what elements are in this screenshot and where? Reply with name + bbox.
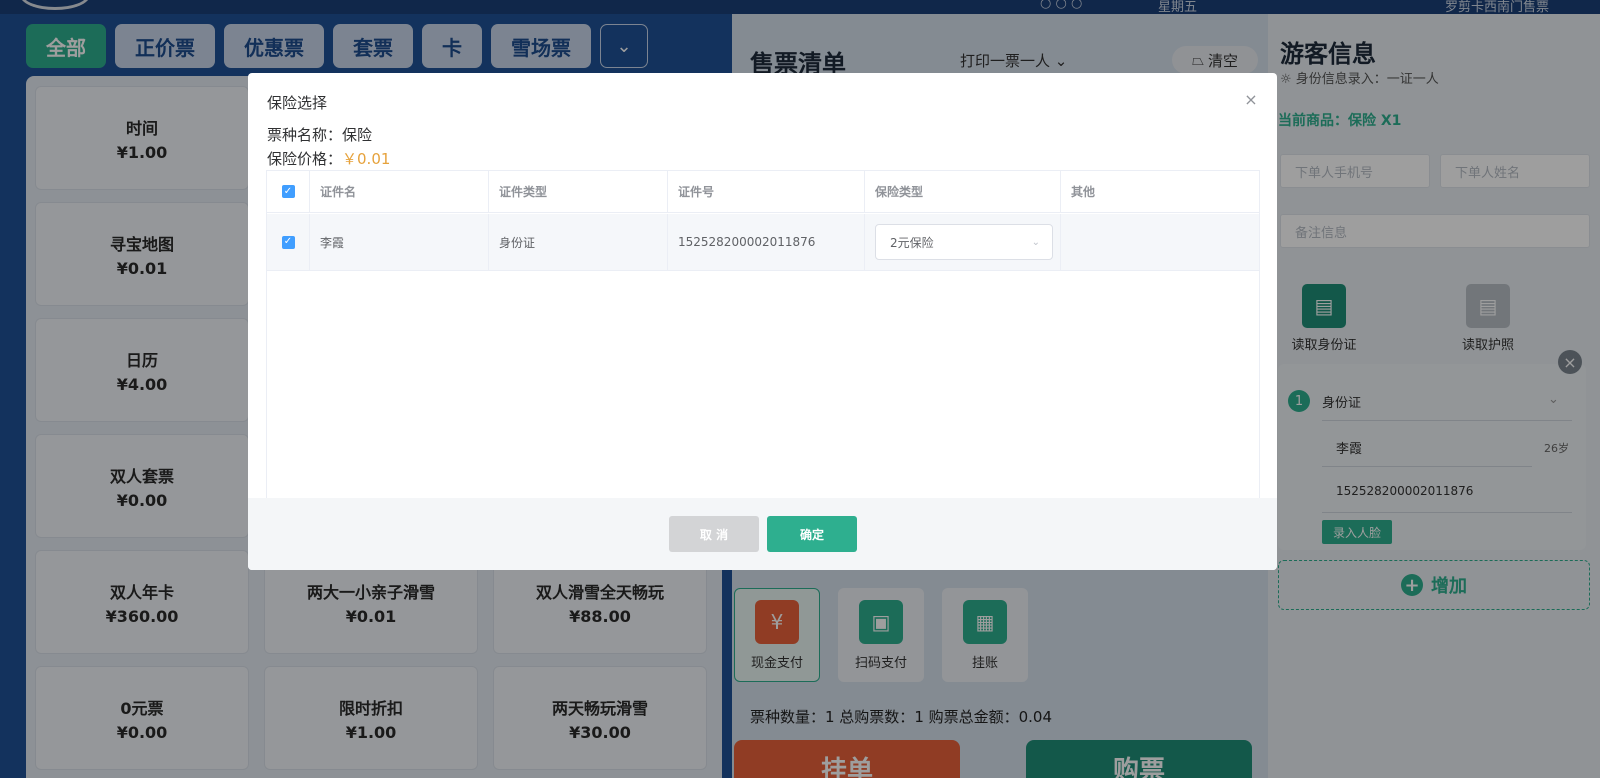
ticket-name-label: 票种名称： [267, 126, 343, 144]
row-checkbox[interactable]: ✓ [281, 235, 295, 249]
confirm-button[interactable]: 确定 [767, 516, 857, 552]
table-header: ✓ 证件名 证件类型 证件号 保险类型 其他 [267, 171, 1259, 213]
close-icon[interactable]: × [1243, 90, 1259, 109]
cell-name: 李霞 [310, 214, 489, 270]
column-header: 证件类型 [489, 171, 668, 212]
insurance-type-value: 2元保险 [890, 235, 934, 250]
chevron-down-icon: ⌄ [1031, 236, 1040, 248]
insurance-table: ✓ 证件名 证件类型 证件号 保险类型 其他 ✓ 李霞 身份证 15252820… [266, 170, 1260, 553]
column-header: 证件号 [668, 171, 865, 212]
cell-insurance-type: 2元保险 ⌄ [865, 214, 1061, 270]
insurance-price-row: 保险价格：￥0.01 [267, 148, 390, 169]
ticket-name-row: 票种名称：保险 [267, 124, 372, 145]
column-header: 其他 [1071, 185, 1096, 199]
dialog-title: 保险选择 [267, 94, 328, 112]
column-header: 保险类型 [865, 171, 1061, 212]
column-header: 证件名 [310, 171, 489, 212]
cell-other [1061, 214, 1259, 270]
table-row[interactable]: ✓ 李霞 身份证 152528200002011876 2元保险 ⌄ [267, 214, 1259, 271]
select-all-cell: ✓ [267, 171, 310, 212]
insurance-type-select[interactable]: 2元保险 ⌄ [875, 224, 1053, 260]
row-select-cell: ✓ [267, 214, 310, 270]
dialog-footer: 取 消 确定 [248, 498, 1277, 570]
select-all-checkbox[interactable]: ✓ [281, 185, 295, 198]
ticket-name-value: 保险 [342, 126, 373, 144]
insurance-dialog: 保险选择 × 票种名称：保险 保险价格：￥0.01 ✓ 证件名 证件类型 证件号… [248, 73, 1277, 570]
cancel-button[interactable]: 取 消 [669, 516, 759, 552]
insurance-price-value: ￥0.01 [342, 150, 391, 168]
insurance-price-label: 保险价格： [267, 150, 343, 168]
cell-id-number: 152528200002011876 [668, 214, 865, 270]
cell-id-type: 身份证 [489, 214, 668, 270]
